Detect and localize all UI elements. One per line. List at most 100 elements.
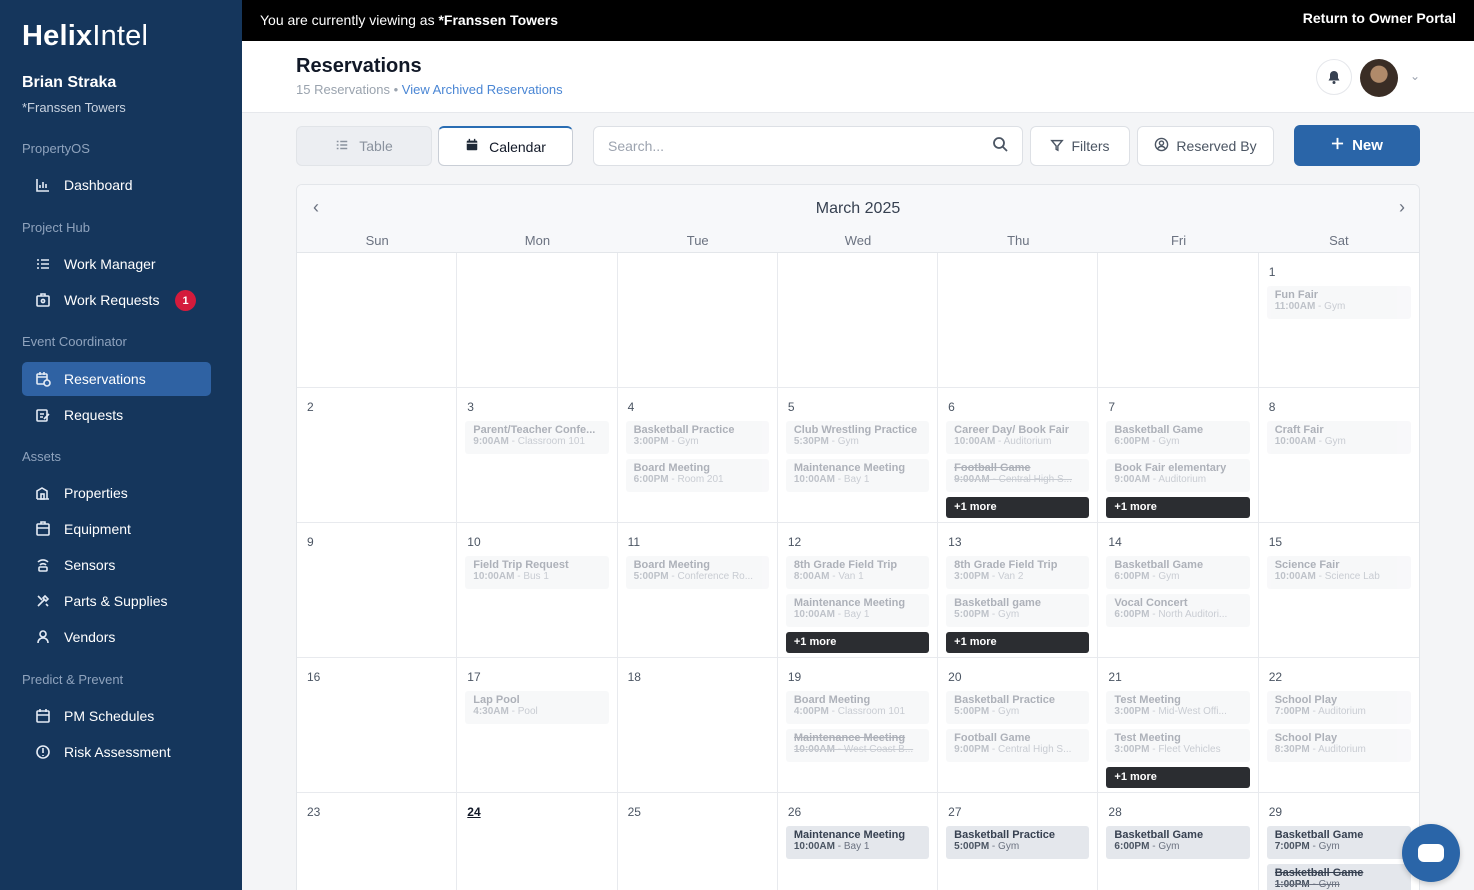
user-avatar[interactable] [1360,59,1398,97]
calendar-day-cell[interactable]: 8 Craft Fair 10:00AM - Gym [1258,388,1419,523]
reservation-event-cancelled[interactable]: Maintenance Meeting 10:00AM - West Coast … [785,729,930,762]
reservation-event[interactable]: Test Meeting 3:00PM - Mid-West Offi... [1106,691,1250,724]
calendar-day-cell[interactable]: 15 Science Fair 10:00AM - Science Lab [1258,523,1419,658]
reservation-event-cancelled[interactable]: Basketball Game 1:00PM - Gym [1266,864,1411,890]
more-events-button[interactable]: +1 more [946,497,1090,518]
reservation-event[interactable]: Book Fair elementary 9:00AM - Auditorium [1106,459,1250,492]
calendar-day-cell[interactable]: 24 [457,793,618,890]
filters-button[interactable]: Filters [1030,126,1130,166]
calendar-day-cell[interactable]: 20 Basketball Practice 5:00PM - Gym Footbal… [938,658,1099,793]
reservation-event[interactable]: Maintenance Meeting 10:00AM - Bay 1 [785,459,930,492]
tab-calendar-view[interactable]: Calendar [438,126,573,166]
calendar-day-cell[interactable]: 26 Maintenance Meeting 10:00AM - Bay 1 [778,793,939,890]
chevron-right-icon[interactable]: › [1399,197,1405,218]
reservation-event[interactable]: Basketball Game 6:00PM - Gym [1106,421,1250,454]
reservation-event-cancelled[interactable]: Football Game 9:00AM - Central High S... [946,459,1090,492]
reservation-event[interactable]: School Play 7:00PM - Auditorium [1266,691,1411,724]
reservation-event[interactable]: Vocal Concert 6:00PM - North Auditori... [1106,594,1250,627]
reservation-event[interactable]: Basketball Practice 3:00PM - Gym [625,421,769,454]
reservation-event[interactable]: Basketball Practice 5:00PM - Gym [946,691,1090,724]
reservation-event[interactable]: Basketball Game 7:00PM - Gym [1266,826,1411,859]
reservation-event[interactable]: Club Wrestling Practice 5:30PM - Gym [785,421,930,454]
reservation-event[interactable]: Field Trip Request 10:00AM - Bus 1 [465,556,609,589]
sidebar-item-work-requests[interactable]: Work Requests 1 [22,283,211,317]
calendar-day-cell[interactable]: 7 Basketball Game 6:00PM - Gym Book Fair el… [1098,388,1259,523]
sidebar-item-dashboard[interactable]: Dashboard [22,168,211,202]
calendar-day-cell[interactable] [777,253,939,388]
tab-table-view[interactable]: Table [296,126,432,166]
more-events-button[interactable]: +1 more [1106,767,1250,788]
chat-support-button[interactable] [1402,824,1460,882]
sidebar-item-equipment[interactable]: Equipment [22,512,211,546]
calendar-day-cell[interactable]: 17 Lap Pool 4:30AM - Pool [457,658,618,793]
more-events-button[interactable]: +1 more [1106,497,1250,518]
sidebar-item-properties[interactable]: Properties [22,476,211,510]
reservation-event[interactable]: Science Fair 10:00AM - Science Lab [1266,556,1411,589]
view-archived-link[interactable]: View Archived Reservations [402,82,563,97]
reservation-event[interactable]: Board Meeting 6:00PM - Room 201 [625,459,769,492]
calendar-day-cell[interactable]: 25 [618,793,778,890]
calendar-day-cell[interactable]: 10 Field Trip Request 10:00AM - Bus 1 [457,523,618,658]
calendar-day-cell[interactable] [1098,253,1259,388]
more-events-button[interactable]: +1 more [946,632,1090,653]
calendar-day-cell[interactable]: 12 8th Grade Field Trip 8:00AM - Van 1 Main… [777,523,939,658]
calendar-day-cell[interactable]: 9 [297,523,458,658]
calendar-day-cell[interactable]: 3 Parent/Teacher Confe... 9:00AM - Classro… [457,388,618,523]
reservation-event[interactable]: Football Game 9:00PM - Central High S... [946,729,1090,762]
reservation-event[interactable]: Parent/Teacher Confe... 9:00AM - Classroo… [465,421,609,454]
sidebar-item-vendors[interactable]: Vendors [22,620,211,654]
reservation-event[interactable]: School Play 8:30PM - Auditorium [1266,729,1411,762]
helixintel-logo[interactable]: HelixIntel [22,20,148,53]
search-input[interactable] [608,138,992,154]
reservation-event[interactable]: Test Meeting 3:00PM - Fleet Vehicles [1106,729,1250,762]
sidebar-item-risk-assessment[interactable]: Risk Assessment [22,735,211,769]
calendar-day-cell[interactable]: 29 Basketball Game 7:00PM - Gym Basketball … [1259,793,1419,890]
calendar-day-cell[interactable] [297,253,458,388]
calendar-day-cell[interactable] [617,253,778,388]
reservation-event[interactable]: Basketball Game 6:00PM - Gym [1106,556,1250,589]
calendar-day-cell[interactable]: 5 Club Wrestling Practice 5:30PM - Gym Main… [777,388,939,523]
reservation-event[interactable]: Basketball Practice 5:00PM - Gym [946,826,1090,859]
reservation-event[interactable]: Maintenance Meeting 10:00AM - Bay 1 [785,594,930,627]
new-reservation-button[interactable]: New [1294,125,1420,166]
sidebar-item-sensors[interactable]: Sensors [22,548,211,582]
calendar-day-cell[interactable]: 19 Board Meeting 4:00PM - Classroom 101 Mai… [777,658,939,793]
more-events-button[interactable]: +1 more [785,632,930,653]
calendar-day-cell[interactable]: 4 Basketball Practice 3:00PM - Gym Board Me… [617,388,778,523]
calendar-day-cell[interactable]: 28 Basketball Game 6:00PM - Gym [1098,793,1259,890]
calendar-day-cell[interactable]: 22 School Play 7:00PM - Auditorium School P… [1258,658,1419,793]
reservation-event[interactable]: Fun Fair 11:00AM - Gym [1266,286,1411,319]
calendar-day-cell[interactable]: 21 Test Meeting 3:00PM - Mid-West Offi... T… [1098,658,1259,793]
sidebar-item-reservations[interactable]: Reservations [22,362,211,396]
calendar-day-cell[interactable] [457,253,618,388]
reservation-event[interactable]: Maintenance Meeting 10:00AM - Bay 1 [785,826,930,859]
reservation-event[interactable]: 8th Grade Field Trip 3:00PM - Van 2 [946,556,1090,589]
search-icon[interactable] [992,136,1008,157]
sidebar-item-requests[interactable]: Requests [22,398,211,432]
reserved-by-button[interactable]: Reserved By [1137,126,1274,166]
calendar-day-cell[interactable]: 6 Career Day/ Book Fair 10:00AM - Auditori… [938,388,1099,523]
calendar-day-cell[interactable]: 11 Board Meeting 5:00PM - Conference Ro... [617,523,778,658]
sidebar-item-work-manager[interactable]: Work Manager [22,247,211,281]
sidebar-item-pm-schedules[interactable]: PM Schedules [22,699,211,733]
calendar-day-cell[interactable]: 18 [617,658,778,793]
calendar-day-cell[interactable]: 14 Basketball Game 6:00PM - Gym Vocal Conce… [1098,523,1259,658]
reservation-event[interactable]: Basketball Game 6:00PM - Gym [1106,826,1250,859]
calendar-day-cell[interactable]: 13 8th Grade Field Trip 3:00PM - Van 2 Bask… [938,523,1099,658]
chevron-down-icon[interactable]: ⌄ [1410,69,1420,83]
calendar-day-cell[interactable]: 1 Fun Fair 11:00AM - Gym [1258,253,1419,388]
return-to-owner-portal-link[interactable]: Return to Owner Portal [1303,10,1456,26]
reservation-event[interactable]: Craft Fair 10:00AM - Gym [1266,421,1411,454]
reservation-event[interactable]: Board Meeting 5:00PM - Conference Ro... [625,556,769,589]
sidebar-item-parts-supplies[interactable]: Parts & Supplies [22,584,211,618]
reservation-event[interactable]: Basketball game 5:00PM - Gym [946,594,1090,627]
calendar-day-cell[interactable]: 2 [297,388,458,523]
reservation-event[interactable]: Lap Pool 4:30AM - Pool [465,691,609,724]
calendar-day-cell[interactable]: 27 Basketball Practice 5:00PM - Gym [938,793,1099,890]
reservation-event[interactable]: Board Meeting 4:00PM - Classroom 101 [785,691,930,724]
reservation-event[interactable]: Career Day/ Book Fair 10:00AM - Auditoriu… [946,421,1090,454]
calendar-day-cell[interactable]: 16 [297,658,458,793]
calendar-day-cell[interactable] [938,253,1099,388]
calendar-day-cell[interactable]: 23 [297,793,458,890]
reservation-event[interactable]: 8th Grade Field Trip 8:00AM - Van 1 [785,556,930,589]
